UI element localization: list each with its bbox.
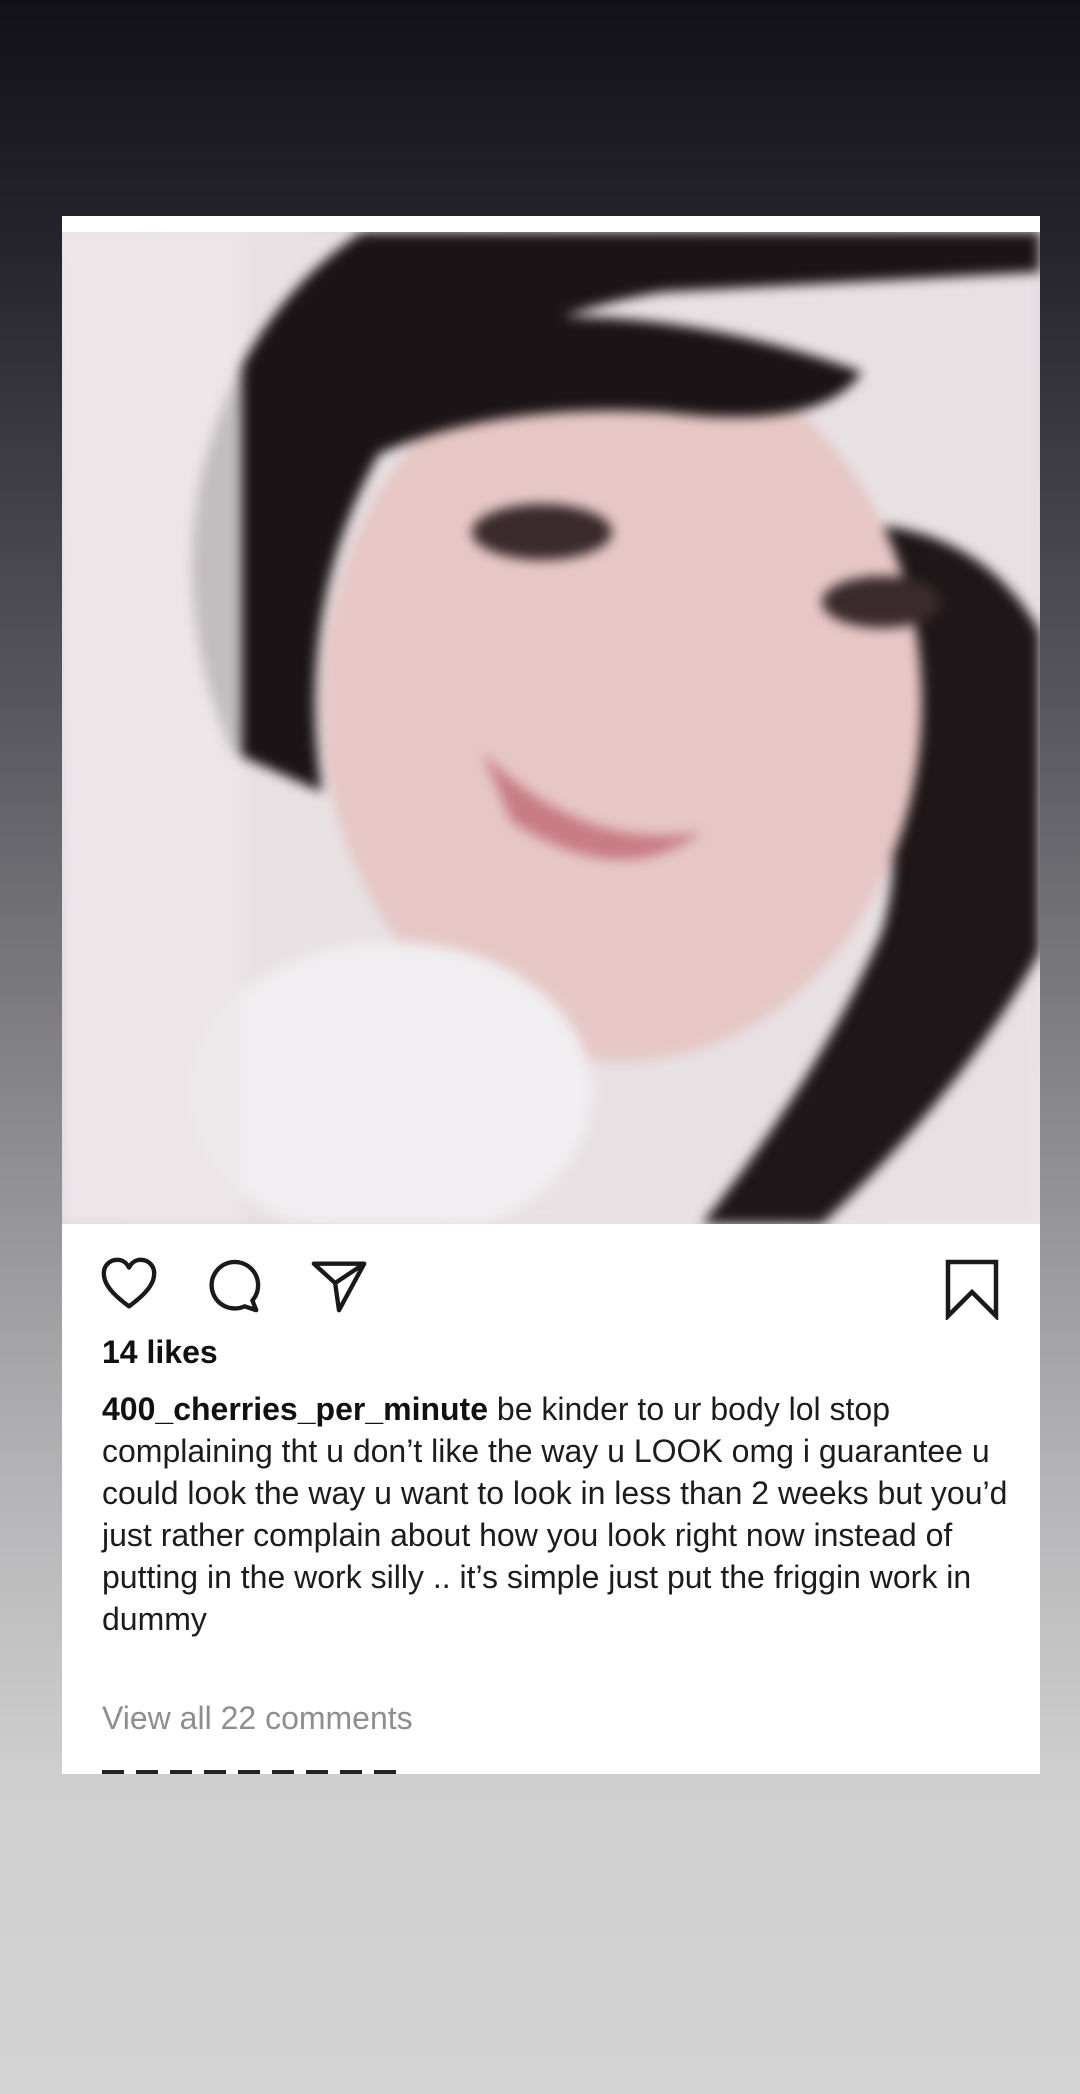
post-caption: 400_cherries_per_minute be kinder to ur …	[102, 1388, 1022, 1640]
selfie-image	[62, 232, 1040, 1224]
post-actions	[62, 1234, 1040, 1320]
caption-text: be kinder to ur body lol stop complainin…	[102, 1391, 1008, 1637]
truncated-comment-row	[102, 1764, 1002, 1774]
view-all-comments-link[interactable]: View all 22 comments	[102, 1700, 413, 1737]
likes-count[interactable]: 14 likes	[102, 1334, 218, 1371]
share-icon[interactable]	[308, 1254, 370, 1316]
comment-icon[interactable]	[202, 1254, 264, 1316]
heart-icon[interactable]	[98, 1254, 160, 1316]
bookmark-icon[interactable]	[942, 1256, 1002, 1320]
post-photo[interactable]	[62, 232, 1040, 1224]
post-card: 14 likes 400_cherries_per_minute be kind…	[62, 216, 1040, 1774]
caption-username[interactable]: 400_cherries_per_minute	[102, 1391, 488, 1427]
